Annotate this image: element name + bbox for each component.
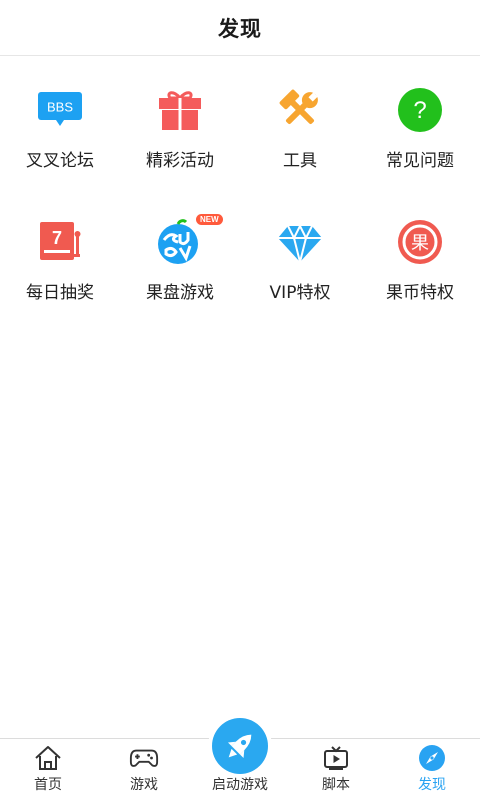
- slot-machine-icon: 7: [36, 218, 84, 266]
- rocket-icon: [212, 718, 268, 774]
- home-icon: [33, 744, 63, 772]
- tab-home[interactable]: 首页: [0, 739, 96, 800]
- grid-item-daily-lottery[interactable]: 7 每日抽奖: [0, 188, 120, 320]
- svg-text:BBS: BBS: [47, 100, 73, 115]
- launch-game-button[interactable]: [208, 714, 272, 778]
- top-bar: 发现: [0, 0, 480, 56]
- tab-scripts[interactable]: 脚本: [288, 739, 384, 800]
- grid-item-vip[interactable]: VIP特权: [240, 188, 360, 320]
- grid-item-label: 果盘游戏: [146, 283, 214, 303]
- grid-item-label: 叉叉论坛: [26, 151, 94, 171]
- tab-label: 发现: [418, 777, 446, 793]
- svg-text:?: ?: [413, 97, 426, 124]
- tab-games[interactable]: 游戏: [96, 739, 192, 800]
- page-title: 发现: [218, 16, 262, 41]
- grid-item-events[interactable]: 精彩活动: [120, 56, 240, 188]
- tools-icon: [276, 86, 324, 134]
- grid-item-label: 工具: [283, 151, 317, 171]
- diamond-icon: [276, 218, 324, 266]
- new-badge: NEW: [196, 214, 223, 225]
- guopan-logo-icon: NEW: [156, 214, 223, 266]
- tab-label: 首页: [34, 777, 62, 793]
- question-icon: ?: [396, 86, 444, 134]
- grid-item-guopan-games[interactable]: NEW 果盘游戏: [120, 188, 240, 320]
- gift-icon: [156, 86, 204, 134]
- grid-item-faq[interactable]: ? 常见问题: [360, 56, 480, 188]
- gamepad-icon: [129, 744, 159, 772]
- discover-grid: BBS 叉叉论坛 精彩活动 工具 ? 常见问题 7 每日抽奖 NEW 果盘游戏 …: [0, 56, 480, 320]
- grid-item-label: 精彩活动: [146, 151, 214, 171]
- grid-item-guobi[interactable]: 果 果币特权: [360, 188, 480, 320]
- svg-text:果: 果: [411, 233, 429, 254]
- bbs-chat-icon: BBS: [36, 86, 84, 134]
- grid-item-label: 常见问题: [386, 151, 454, 171]
- grid-item-label: VIP特权: [269, 283, 331, 303]
- tab-discover[interactable]: 发现: [384, 739, 480, 800]
- guobi-coin-icon: 果: [396, 218, 444, 266]
- grid-item-label: 果币特权: [386, 283, 454, 303]
- grid-row: BBS 叉叉论坛 精彩活动 工具 ? 常见问题: [0, 56, 480, 188]
- grid-item-forum[interactable]: BBS 叉叉论坛: [0, 56, 120, 188]
- tab-label: 脚本: [322, 777, 350, 793]
- grid-row: 7 每日抽奖 NEW 果盘游戏 VIP特权 果 果币特权: [0, 188, 480, 320]
- grid-item-tools[interactable]: 工具: [240, 56, 360, 188]
- script-tv-icon: [321, 744, 351, 772]
- svg-text:7: 7: [52, 228, 62, 248]
- tab-label: 游戏: [130, 777, 158, 793]
- grid-item-label: 每日抽奖: [26, 283, 94, 303]
- compass-icon: [417, 744, 447, 772]
